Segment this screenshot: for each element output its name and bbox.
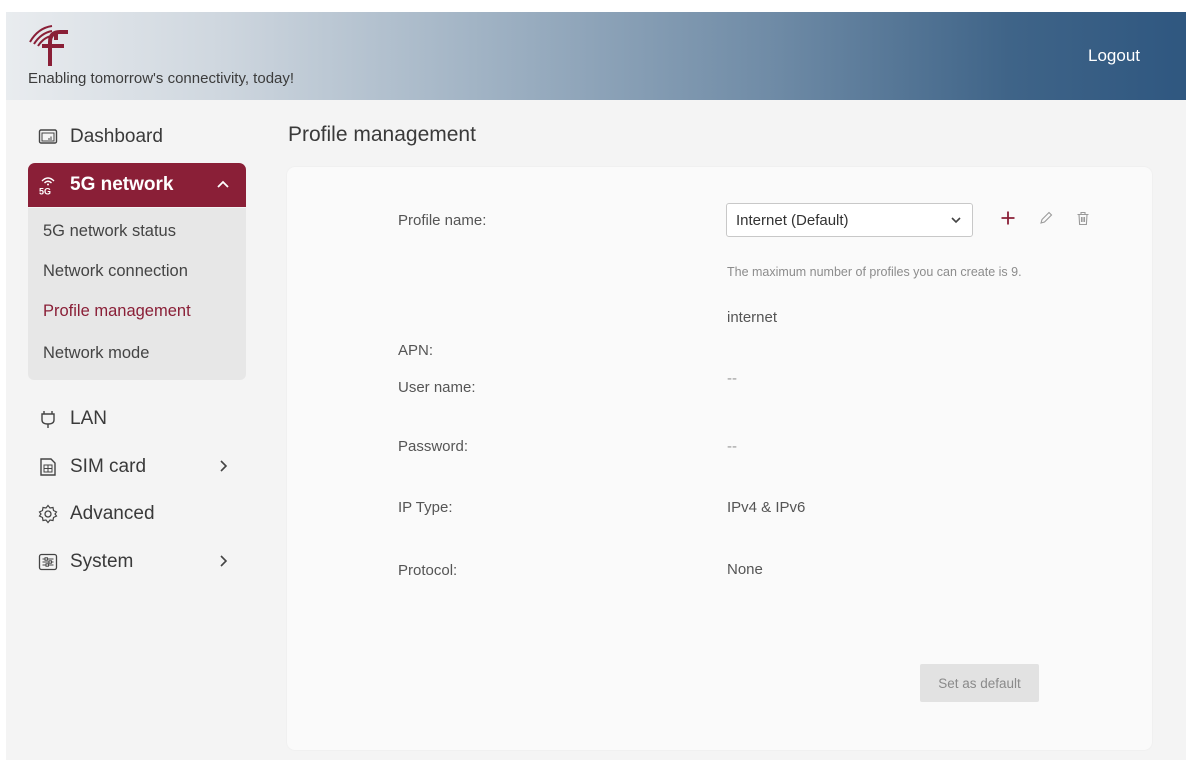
logout-button[interactable]: Logout [1088, 46, 1140, 66]
pencil-icon [1040, 211, 1053, 224]
sliders-icon [38, 552, 58, 572]
username-value: -- [727, 370, 737, 387]
page-title: Profile management [288, 123, 476, 146]
sidebar-item-sim-card[interactable]: SIM card [28, 445, 246, 489]
trash-icon [1077, 211, 1089, 225]
password-value: -- [727, 438, 737, 455]
svg-text:5G: 5G [39, 187, 51, 196]
top-header: Enabling tomorrow's connectivity, today!… [6, 12, 1186, 100]
rf-logo-icon [29, 25, 68, 66]
profile-select-value: Internet (Default) [736, 211, 849, 229]
dashboard-icon [38, 127, 58, 147]
sidebar-item-dashboard[interactable]: Dashboard [28, 115, 246, 159]
sidebar: Dashboard 5G 5G network 5G network statu… [6, 100, 266, 760]
gear-icon [38, 504, 58, 524]
submenu-item-profile-management[interactable]: Profile management [43, 302, 191, 321]
sidebar-item-label: SIM card [70, 456, 147, 477]
sidebar-item-label: LAN [70, 408, 107, 429]
sidebar-item-label: Advanced [70, 503, 155, 524]
5g-signal-icon: 5G [38, 175, 58, 195]
chevron-right-icon [220, 555, 228, 567]
tagline: Enabling tomorrow's connectivity, today! [28, 70, 295, 87]
username-label: User name: [398, 379, 476, 396]
sidebar-item-5g-network[interactable]: 5G 5G network [28, 163, 246, 207]
add-profile-button[interactable] [997, 207, 1019, 229]
5g-network-submenu: 5G network status Network connection Pro… [28, 208, 246, 380]
sidebar-item-advanced[interactable]: Advanced [28, 492, 246, 536]
max-profiles-hint: The maximum number of profiles you can c… [727, 265, 1022, 279]
profile-select[interactable]: Internet (Default) [726, 203, 973, 237]
edit-profile-button[interactable] [1035, 207, 1057, 229]
sidebar-item-label: Dashboard [70, 126, 163, 147]
lan-plug-icon [38, 409, 58, 429]
set-as-default-button[interactable]: Set as default [920, 664, 1039, 702]
sidebar-item-label: System [70, 551, 134, 572]
sidebar-item-system[interactable]: System [28, 540, 246, 584]
chevron-up-icon [217, 180, 229, 188]
plus-icon [1001, 211, 1015, 225]
apn-label: APN: [398, 342, 434, 359]
ip-type-label: IP Type: [398, 499, 453, 516]
profile-form-card: Profile name: Internet (Default) The max… [287, 167, 1152, 750]
protocol-value: None [727, 561, 763, 578]
sidebar-item-lan[interactable]: LAN [28, 397, 246, 441]
app-frame: Enabling tomorrow's connectivity, today!… [6, 12, 1186, 760]
submenu-item-5g-network-status[interactable]: 5G network status [43, 222, 176, 241]
chevron-down-icon [951, 217, 961, 224]
chevron-right-icon [220, 460, 228, 472]
protocol-label: Protocol: [398, 562, 458, 579]
submenu-item-network-mode[interactable]: Network mode [43, 344, 149, 363]
profile-name-label: Profile name: [398, 212, 487, 229]
apn-value: internet [727, 309, 778, 326]
sim-card-icon [38, 457, 58, 477]
delete-profile-button[interactable] [1072, 207, 1094, 229]
password-label: Password: [398, 438, 469, 455]
sidebar-item-label: 5G network [70, 174, 174, 195]
submenu-item-network-connection[interactable]: Network connection [43, 262, 188, 281]
ip-type-value: IPv4 & IPv6 [727, 499, 806, 516]
